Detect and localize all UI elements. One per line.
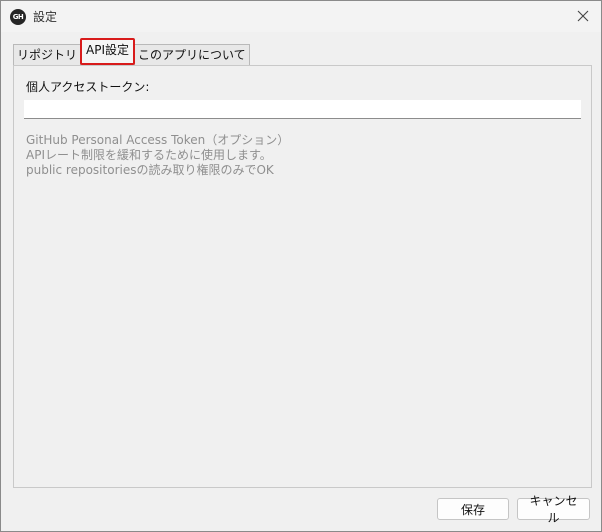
help-line: APIレート制限を緩和するために使用します。 [26, 148, 272, 162]
token-label: 個人アクセストークン: [26, 80, 150, 94]
token-help-text: GitHub Personal Access Token（オプション） APIレ… [26, 133, 289, 178]
app-logo-icon: GH [10, 9, 26, 25]
title-bar: GH 設定 [1, 1, 601, 32]
help-line: GitHub Personal Access Token（オプション） [26, 133, 290, 147]
close-button[interactable] [569, 3, 597, 29]
tab-about[interactable]: このアプリについて [134, 44, 250, 65]
tab-repositories[interactable]: リポジトリ [13, 44, 82, 65]
close-icon [577, 10, 589, 22]
tab-api-settings[interactable]: API設定 [80, 38, 136, 65]
tab-bar: リポジトリ API設定 このアプリについて [13, 38, 250, 65]
api-settings-panel: 個人アクセストークン: GitHub Personal Access Token… [13, 65, 592, 488]
save-button[interactable]: 保存 [437, 498, 509, 520]
help-line: public repositoriesの読み取り権限のみでOK [26, 163, 274, 177]
window-title: 設定 [33, 10, 58, 24]
settings-window: GH 設定 リポジトリ API設定 このアプリについて 個人アクセストークン: … [0, 0, 602, 532]
token-input[interactable] [24, 100, 581, 119]
cancel-button[interactable]: キャンセル [517, 494, 590, 525]
